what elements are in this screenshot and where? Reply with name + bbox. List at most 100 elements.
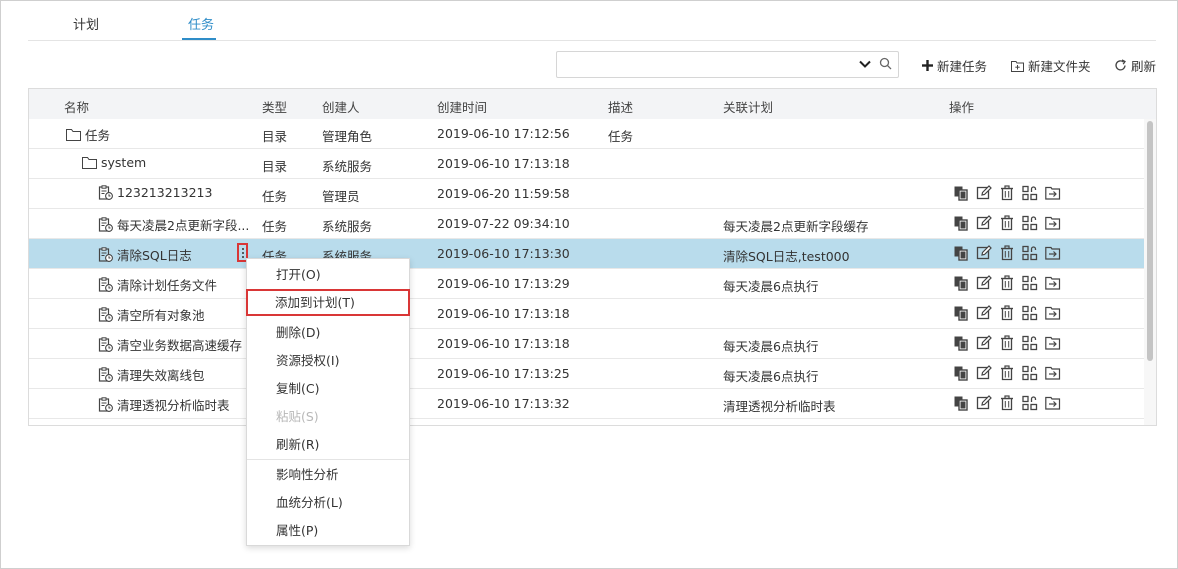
copy-icon[interactable] — [953, 335, 969, 351]
row-type: 目录 — [262, 159, 288, 174]
copy-icon[interactable] — [953, 305, 969, 321]
col-type[interactable]: 类型 — [262, 97, 287, 116]
search-icon[interactable] — [879, 57, 892, 70]
row-name[interactable]: 任务 — [66, 125, 110, 144]
delete-icon[interactable] — [999, 245, 1015, 261]
delete-icon[interactable] — [999, 215, 1015, 231]
move-icon[interactable] — [1045, 335, 1061, 351]
copy-icon[interactable] — [953, 365, 969, 381]
table-row[interactable]: 每天凌晨2点更新字段... 任务 系统服务 2019-07-22 09:34:10 每… — [29, 209, 1144, 239]
table-row[interactable]: 任务 目录 管理角色 2019-06-10 17:12:56 任务 — [29, 119, 1144, 149]
scrollbar-thumb[interactable] — [1147, 121, 1153, 361]
table-row[interactable]: 清空业务数据高速缓存 2019-06-10 17:13:18 每天凌晨6点执行 — [29, 329, 1144, 359]
folder-icon — [82, 156, 97, 169]
permission-icon[interactable] — [1022, 395, 1038, 411]
menu-item[interactable]: 添加到计划(T) — [246, 289, 410, 316]
row-name[interactable]: 清理透视分析临时表 — [98, 395, 230, 414]
new-folder-label: 新建文件夹 — [1028, 59, 1091, 74]
row-name[interactable]: 每天凌晨2点更新字段... — [98, 215, 249, 234]
menu-item[interactable]: 影响性分析 — [247, 461, 409, 488]
permission-icon[interactable] — [1022, 365, 1038, 381]
delete-icon[interactable] — [999, 335, 1015, 351]
move-icon[interactable] — [1045, 365, 1061, 381]
move-icon[interactable] — [1045, 275, 1061, 291]
menu-item[interactable]: 属性(P) — [247, 517, 409, 544]
edit-icon[interactable] — [976, 185, 992, 201]
menu-item[interactable]: 打开(O) — [247, 261, 409, 288]
delete-icon[interactable] — [999, 185, 1015, 201]
row-name[interactable]: 123213213213 — [98, 185, 212, 200]
copy-icon[interactable] — [953, 185, 969, 201]
col-created-time[interactable]: 创建时间 — [437, 97, 487, 116]
tab-plan[interactable]: 计划 — [73, 14, 99, 33]
menu-item[interactable]: 删除(D) — [247, 319, 409, 346]
copy-icon[interactable] — [953, 215, 969, 231]
delete-icon[interactable] — [999, 365, 1015, 381]
task-icon — [98, 307, 113, 322]
row-actions — [953, 305, 1061, 321]
new-task-button[interactable]: 新建任务 — [922, 56, 987, 75]
edit-icon[interactable] — [976, 365, 992, 381]
active-tab-indicator — [182, 38, 216, 40]
move-icon[interactable] — [1045, 185, 1061, 201]
row-actions — [953, 365, 1061, 381]
move-icon[interactable] — [1045, 395, 1061, 411]
table-row[interactable]: 清理失效离线包 2019-06-10 17:13:25 每天凌晨6点执行 — [29, 359, 1144, 389]
delete-icon[interactable] — [999, 305, 1015, 321]
col-name[interactable]: 名称 — [64, 97, 89, 116]
table-row[interactable]: system 目录 系统服务 2019-06-10 17:13:18 — [29, 149, 1144, 179]
permission-icon[interactable] — [1022, 275, 1038, 291]
permission-icon[interactable] — [1022, 335, 1038, 351]
search-input[interactable] — [563, 55, 847, 75]
col-description[interactable]: 描述 — [608, 97, 633, 116]
permission-icon[interactable] — [1022, 245, 1038, 261]
row-name[interactable]: 清除SQL日志 — [98, 245, 192, 264]
table-row[interactable]: 清理透视分析临时表 2019-06-10 17:13:32 清理透视分析临时表 — [29, 389, 1144, 419]
table-row[interactable]: 清除SQL日志 任务 系统服务 2019-06-10 17:13:30 清除SQL日志… — [29, 239, 1144, 269]
row-name[interactable]: 清理失效离线包 — [98, 365, 205, 384]
row-name[interactable]: 清空所有对象池 — [98, 305, 205, 324]
new-folder-button[interactable]: 新建文件夹 — [1011, 56, 1091, 75]
delete-icon[interactable] — [999, 395, 1015, 411]
edit-icon[interactable] — [976, 245, 992, 261]
edit-icon[interactable] — [976, 215, 992, 231]
row-created-time: 2019-06-10 17:13:32 — [437, 396, 570, 411]
copy-icon[interactable] — [953, 395, 969, 411]
permission-icon[interactable] — [1022, 185, 1038, 201]
move-icon[interactable] — [1045, 215, 1061, 231]
refresh-icon — [1114, 59, 1127, 72]
tab-task[interactable]: 任务 — [188, 14, 214, 33]
menu-item[interactable]: 血统分析(L) — [247, 489, 409, 516]
row-name[interactable]: 清空业务数据高速缓存 — [98, 335, 242, 354]
row-name-label: 任务 — [85, 128, 111, 143]
table-row[interactable]: 123213213213 任务 管理员 2019-06-20 11:59:58 — [29, 179, 1144, 209]
menu-item: 粘贴(S) — [276, 409, 319, 424]
tab-bar: 计划 任务 — [28, 0, 1156, 41]
copy-icon[interactable] — [953, 275, 969, 291]
table-row[interactable]: 清除计划任务文件 2019-06-10 17:13:29 每天凌晨6点执行 — [29, 269, 1144, 299]
row-name[interactable]: 清除计划任务文件 — [98, 275, 217, 294]
row-related-plan: 清理透视分析临时表 — [723, 399, 836, 414]
table-row[interactable]: 清空所有对象池 2019-06-10 17:13:18 — [29, 299, 1144, 329]
col-creator[interactable]: 创建人 — [322, 97, 360, 116]
menu-item[interactable]: 复制(C) — [247, 375, 409, 402]
edit-icon[interactable] — [976, 305, 992, 321]
chevron-down-icon[interactable] — [858, 57, 872, 71]
move-icon[interactable] — [1045, 245, 1061, 261]
menu-item[interactable]: 刷新(R) — [247, 431, 409, 458]
row-creator: 管理角色 — [322, 129, 373, 144]
copy-icon[interactable] — [953, 245, 969, 261]
menu-item[interactable]: 资源授权(I) — [247, 347, 409, 374]
task-icon — [98, 217, 113, 232]
refresh-button[interactable]: 刷新 — [1114, 56, 1156, 75]
edit-icon[interactable] — [976, 275, 992, 291]
delete-icon[interactable] — [999, 275, 1015, 291]
edit-icon[interactable] — [976, 335, 992, 351]
edit-icon[interactable] — [976, 395, 992, 411]
col-related-plan[interactable]: 关联计划 — [723, 97, 773, 116]
vertical-scrollbar[interactable] — [1144, 119, 1156, 425]
permission-icon[interactable] — [1022, 215, 1038, 231]
move-icon[interactable] — [1045, 305, 1061, 321]
row-name[interactable]: system — [82, 155, 146, 170]
permission-icon[interactable] — [1022, 305, 1038, 321]
